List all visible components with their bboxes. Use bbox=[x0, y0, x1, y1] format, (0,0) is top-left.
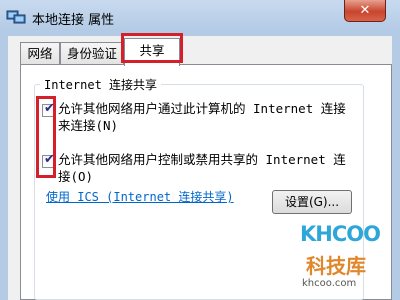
ics-help-link[interactable]: 使用 ICS (Internet 连接共享) bbox=[46, 188, 234, 205]
ics-group-label: Internet 连接共享 bbox=[40, 76, 162, 93]
tab-label: 网络 bbox=[27, 46, 53, 61]
allow-control-label-line1: 允许其他网络用户控制或禁用共享的 Internet 连 bbox=[58, 152, 346, 167]
close-button[interactable]: ✕ bbox=[344, 0, 386, 22]
network-connection-icon bbox=[6, 10, 26, 24]
close-icon: ✕ bbox=[359, 3, 371, 18]
tab-label: 共享 bbox=[139, 43, 165, 58]
site-watermark: KHCOO 科技库 khcoo.com bbox=[300, 222, 400, 300]
watermark-name: 科技库 bbox=[306, 254, 366, 278]
allow-connect-label-line1: 允许其他网络用户通过此计算机的 Internet 连接 bbox=[58, 101, 346, 116]
tab-network[interactable]: 网络 bbox=[20, 42, 60, 64]
window-title: 本地连接 属性 bbox=[32, 13, 115, 28]
allow-control-label-line2: 接(O) bbox=[58, 169, 94, 184]
checkbox-highlight-box bbox=[36, 96, 56, 178]
tab-label: 身份验证 bbox=[66, 46, 117, 61]
tab-sharing[interactable]: 共享 bbox=[124, 38, 180, 66]
settings-button[interactable]: 设置(G)... bbox=[272, 190, 352, 214]
allow-control-label: 允许其他网络用户控制或禁用共享的 Internet 连 接(O) bbox=[58, 151, 346, 185]
allow-connect-label: 允许其他网络用户通过此计算机的 Internet 连接 来连接(N) bbox=[58, 100, 346, 134]
watermark-url: khcoo.com bbox=[302, 278, 357, 289]
allow-connect-label-line2: 来连接(N) bbox=[58, 118, 119, 133]
settings-button-label: 设置(G)... bbox=[284, 195, 340, 209]
title-bar[interactable]: 本地连接 属性 ✕ bbox=[0, 0, 400, 34]
properties-window: 本地连接 属性 ✕ 网络 身份验证 共享 Internet 连接共享 ✔ 允许其… bbox=[0, 0, 400, 300]
watermark-logo: KHCOO bbox=[300, 222, 381, 246]
tab-authentication[interactable]: 身份验证 bbox=[60, 42, 124, 64]
